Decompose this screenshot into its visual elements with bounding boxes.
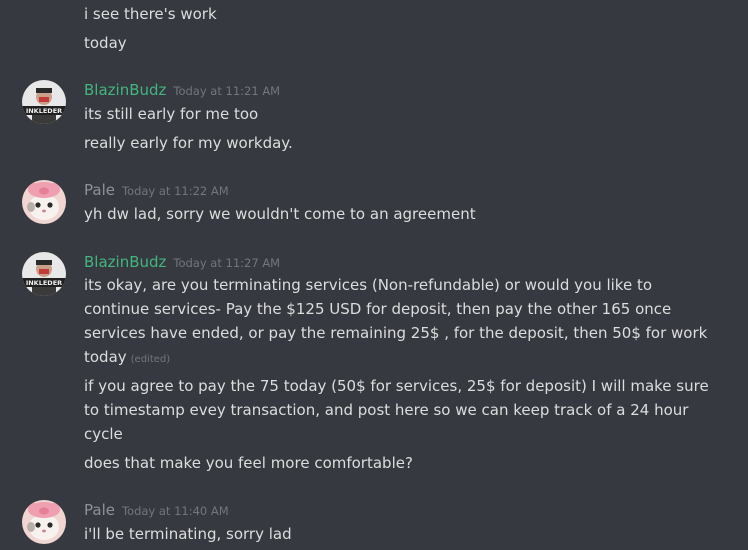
avatar-logo-text: INKLEDER bbox=[26, 279, 62, 287]
message-line: yh dw lad, sorry we wouldn't come to an … bbox=[84, 205, 476, 223]
avatar-pale[interactable] bbox=[22, 500, 66, 544]
author-name[interactable]: Pale bbox=[84, 501, 115, 519]
message-line: i'll be terminating, sorry lad bbox=[84, 525, 292, 543]
message-line: if you agree to pay the 75 today (50$ fo… bbox=[84, 377, 709, 395]
pale-avatar-image bbox=[22, 500, 66, 544]
message-header: BlazinBudz Today at 11:27 AM bbox=[84, 252, 280, 272]
pale-avatar-image bbox=[22, 180, 66, 224]
message-timestamp[interactable]: Today at 11:40 AM bbox=[122, 504, 229, 518]
blazinbudz-avatar-image: INKLEDER bbox=[22, 80, 66, 124]
message-timestamp[interactable]: Today at 11:27 AM bbox=[173, 256, 280, 270]
message-line: its okay, are you terminating services (… bbox=[84, 276, 653, 294]
message-line-edited: today (edited) bbox=[84, 345, 708, 372]
avatar-pale[interactable] bbox=[22, 180, 66, 224]
avatar-blazinbudz[interactable]: INKLEDER bbox=[22, 80, 66, 124]
message-line: i see there's work bbox=[84, 5, 217, 23]
message-line: to timestamp evey transaction, and post … bbox=[84, 401, 689, 419]
edited-indicator: (edited) bbox=[130, 354, 171, 365]
message-line: cycle bbox=[84, 425, 123, 443]
message-line: continue services- Pay the $125 USD for … bbox=[84, 300, 672, 318]
message-line: services have ended, or pay the remainin… bbox=[84, 324, 708, 342]
avatar-blazinbudz[interactable]: INKLEDER bbox=[22, 252, 66, 296]
message-header: Pale Today at 11:22 AM bbox=[84, 180, 229, 200]
chat-message-list[interactable]: i see there's work today INKLEDER Blazin… bbox=[0, 0, 748, 550]
author-name[interactable]: BlazinBudz bbox=[84, 253, 166, 271]
message-header: Pale Today at 11:40 AM bbox=[84, 500, 229, 520]
message-line: does that make you feel more comfortable… bbox=[84, 454, 413, 472]
message-line: really early for my workday. bbox=[84, 134, 293, 152]
message-timestamp[interactable]: Today at 11:21 AM bbox=[173, 84, 280, 98]
message-timestamp[interactable]: Today at 11:22 AM bbox=[122, 184, 229, 198]
message-line: its still early for me too bbox=[84, 105, 259, 123]
blazinbudz-avatar-image: INKLEDER bbox=[22, 252, 66, 296]
message-text: today bbox=[84, 348, 127, 366]
author-name[interactable]: BlazinBudz bbox=[84, 81, 166, 99]
author-name[interactable]: Pale bbox=[84, 181, 115, 199]
avatar-logo-text: INKLEDER bbox=[26, 107, 62, 115]
message-header: BlazinBudz Today at 11:21 AM bbox=[84, 80, 280, 100]
message-line: today bbox=[84, 34, 127, 52]
